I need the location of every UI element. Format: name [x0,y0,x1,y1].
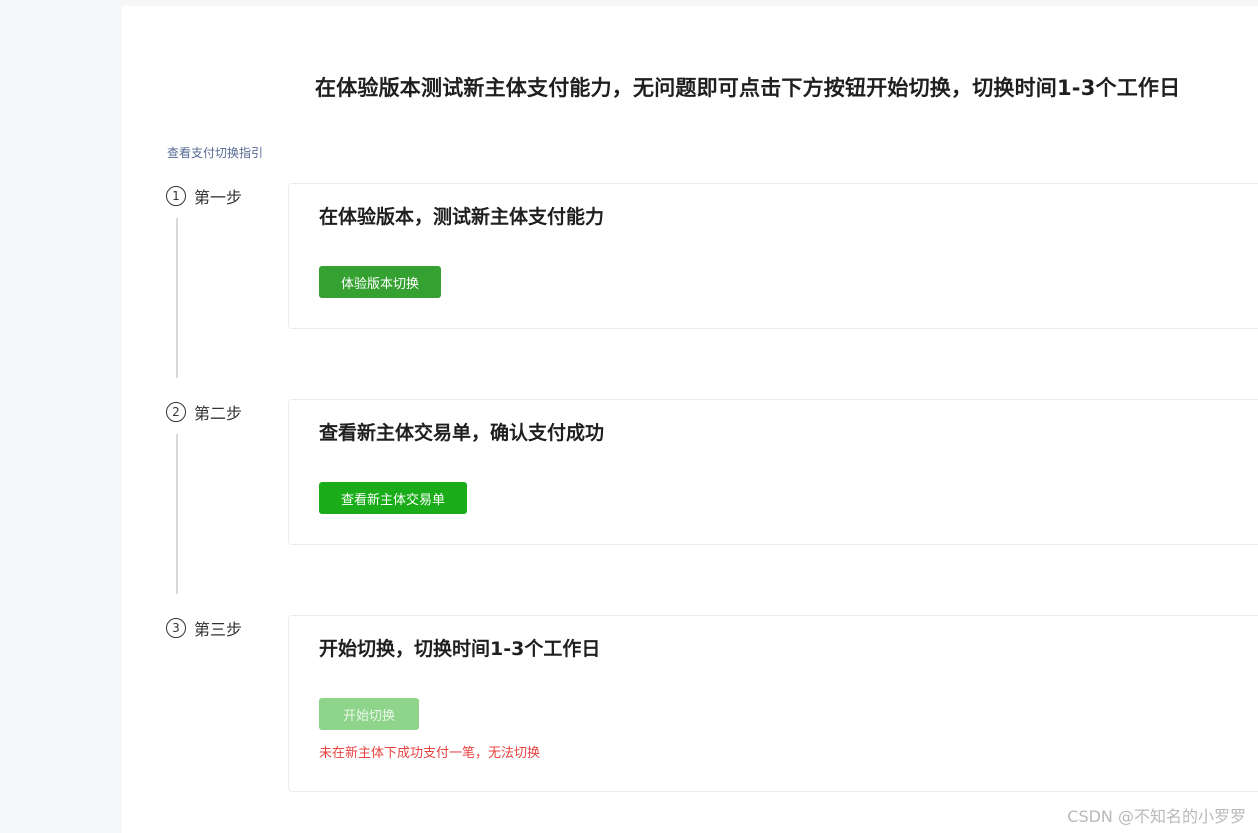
step-connector-1 [176,218,178,378]
start-switch-button[interactable]: 开始切换 [319,698,420,730]
step-1-label: 第一步 [194,188,243,207]
step-3-card: 开始切换，切换时间1-3个工作日 开始切换 未在新主体下成功支付一笔，无法切换 [288,615,1258,792]
step-3-label: 第三步 [194,620,243,639]
step-2-number-icon: 2 [166,402,186,422]
step-2-label: 第二步 [194,404,243,423]
view-transactions-button[interactable]: 查看新主体交易单 [319,482,468,514]
page-heading: 在体验版本测试新主体支付能力，无问题即可点击下方按钮开始切换，切换时间1-3个工… [315,76,1181,100]
step-1-title: 在体验版本，测试新主体支付能力 [319,206,605,228]
step-3-number-icon: 3 [166,618,186,638]
step-3-title: 开始切换，切换时间1-3个工作日 [319,638,601,660]
step-1-header: 1 第一步 [166,184,242,208]
step-2-header: 2 第二步 [166,400,242,424]
step-1-card: 在体验版本，测试新主体支付能力 体验版本切换 [288,183,1258,329]
trial-version-switch-button[interactable]: 体验版本切换 [319,266,442,298]
switch-warning-text: 未在新主体下成功支付一笔，无法切换 [319,746,541,761]
step-3-header: 3 第三步 [166,616,242,640]
step-2-title: 查看新主体交易单，确认支付成功 [319,422,605,444]
step-connector-2 [176,434,178,594]
step-2-card: 查看新主体交易单，确认支付成功 查看新主体交易单 [288,399,1258,545]
guide-link[interactable]: 查看支付切换指引 [167,144,263,161]
watermark: CSDN @不知名的小罗罗 [1067,807,1246,826]
step-1-number-icon: 1 [166,186,186,206]
